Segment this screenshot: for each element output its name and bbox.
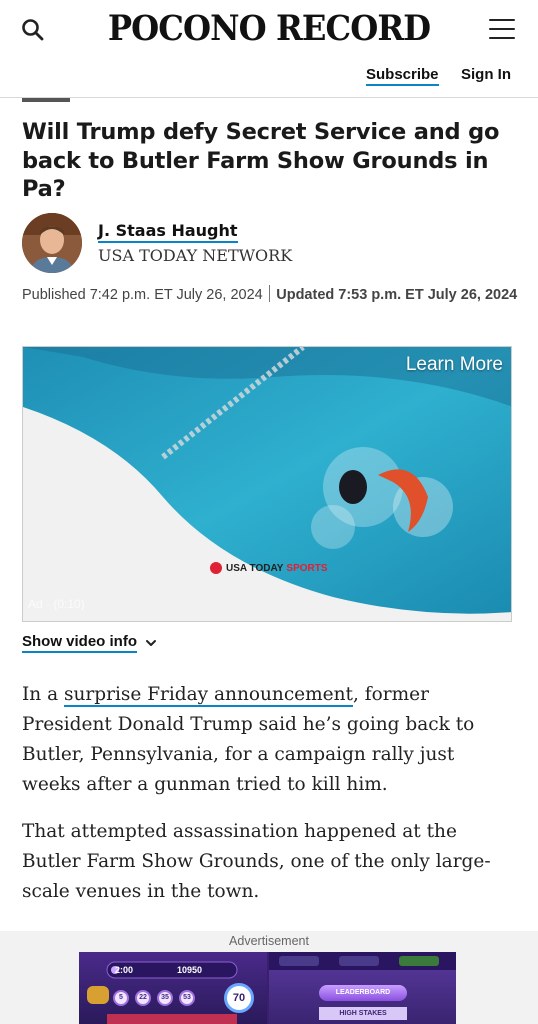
leaderboard-button: LEADERBOARD — [319, 985, 407, 1001]
ad-timer: Ad · (0:10) — [28, 597, 85, 611]
brand-dot-icon — [210, 562, 222, 574]
bingo-ball: 53 — [179, 990, 195, 1006]
date-separator — [268, 285, 271, 302]
subscribe-link[interactable]: Subscribe — [366, 66, 439, 86]
chevron-down-icon — [146, 640, 156, 646]
bingo-ball: 35 — [157, 990, 173, 1006]
surprise-announcement-link[interactable]: surprise Friday announcement — [64, 684, 353, 707]
author-name-link[interactable]: J. Staas Haught — [98, 221, 238, 243]
video-frame — [23, 347, 511, 621]
paragraph-text: In a — [22, 684, 65, 705]
leaderboard-panel: LEADERBOARD HIGH STAKES — [269, 952, 456, 1024]
author-organization: USA TODAY NETWORK — [98, 246, 293, 265]
show-video-info-toggle[interactable]: Show video info — [22, 633, 157, 653]
game-timer: 2:00 — [115, 965, 134, 975]
author-avatar[interactable] — [22, 213, 82, 273]
bingo-ball: 22 — [135, 990, 151, 1006]
dateline: Published 7:42 p.m. ET July 26, 2024 Upda… — [22, 285, 518, 305]
brand-name: USA TODAY — [226, 562, 284, 574]
usa-today-sports-logo: USA TODAY SPORTS — [210, 562, 328, 574]
bingo-ball: 5 — [113, 990, 129, 1006]
advertisement-label: Advertisement — [229, 934, 309, 948]
video-player[interactable]: Learn More USA TODAY SPORTS Ad · (0:10) — [22, 346, 512, 622]
updated-date: Updated 7:53 p.m. ET July 26, 2024 — [276, 287, 518, 303]
current-bingo-ball: 70 — [224, 983, 254, 1013]
section-divider — [22, 98, 70, 102]
show-video-info-label: Show video info — [22, 633, 137, 653]
bingo-game-panel: 2:00 10950 5 22 35 53 70 — [79, 952, 267, 1024]
site-header: POCONO RECORD Subscribe Sign In — [0, 0, 538, 98]
game-score: 10950 — [177, 965, 203, 975]
article-paragraph: In a surprise Friday announcement, forme… — [22, 680, 518, 800]
article-headline: Will Trump defy Secret Service and go ba… — [22, 119, 500, 202]
site-logo[interactable]: POCONO RECORD — [22, 8, 517, 49]
high-stakes-label: HIGH STAKES — [319, 1007, 407, 1020]
published-date: Published 7:42 p.m. ET July 26, 2024 — [22, 287, 263, 303]
learn-more-link[interactable]: Learn More — [406, 354, 503, 376]
article-paragraph: That attempted assassination happened at… — [22, 821, 491, 902]
hamburger-menu-icon[interactable] — [489, 19, 515, 39]
advertisement-banner[interactable]: 2:00 10950 5 22 35 53 70 LEADERBOARD HIG… — [79, 952, 456, 1024]
sign-in-link[interactable]: Sign In — [461, 66, 511, 83]
brand-accent: SPORTS — [286, 562, 328, 574]
